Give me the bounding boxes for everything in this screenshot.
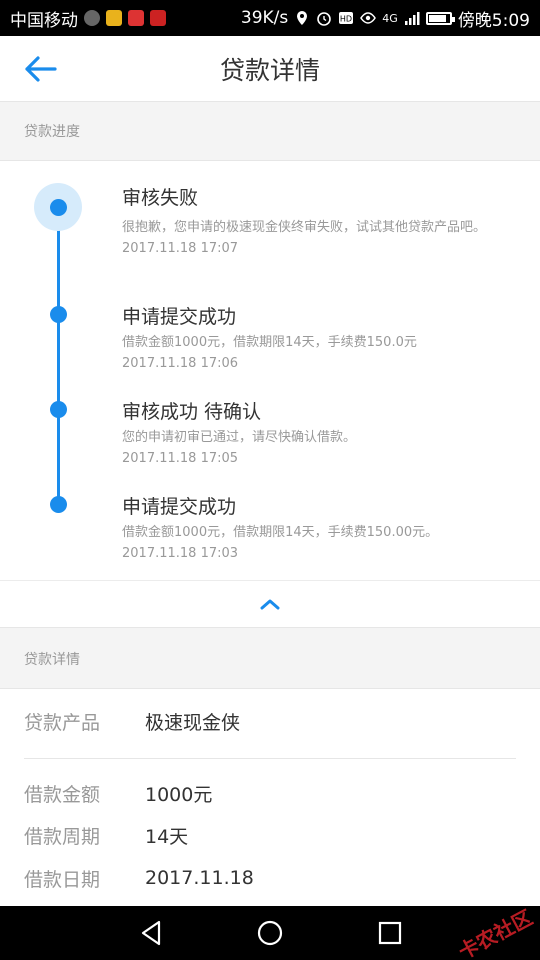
hd-icon: HD [339,12,354,24]
step-description: 您的申请初审已通过，请尽快确认借款。 [122,430,357,445]
timeline-dot [50,199,67,216]
step-time: 2017.11.18 17:07 [122,241,239,256]
alarm-icon [317,12,332,26]
step-time: 2017.11.18 17:03 [122,546,239,561]
detail-label: 借款周期 [24,825,101,848]
carrier-name: 中国移动 [10,10,78,31]
app-notification-icon [84,10,100,26]
step-title: 审核成功 待确认 [122,401,262,423]
detail-value: 14天 [145,825,189,848]
details-section-label: 贷款详情 [0,630,540,688]
progress-timeline: 审核失败 很抱歉，您申请的极速现金侠终审失败，试试其他贷款产品吧。 2017.1… [0,160,540,580]
timeline-dot [50,496,67,513]
step-description: 借款金额1000元，借款期限14天，手续费150.00元。 [122,525,439,540]
status-bar: 中国移动 39K/s HD 4G 傍晚5:09 [0,0,540,36]
detail-value: 2017.11.18 [145,867,254,889]
page-title: 贷款详情 [219,55,320,85]
timeline-line [57,207,60,505]
detail-row-date: 借款日期 2017.11.18 [24,858,254,898]
detail-label: 借款日期 [24,868,101,891]
timeline-dot [50,306,67,323]
divider [24,758,516,759]
progress-section-label: 贷款进度 [0,102,540,160]
step-time: 2017.11.18 17:05 [122,451,239,466]
detail-row-product: 贷款产品 极速现金侠 [24,701,240,741]
location-icon [297,11,308,25]
detail-value: 1000元 [145,783,213,806]
network-speed: 39K/s [240,8,289,28]
clock: 傍晚5:09 [457,10,530,31]
svg-text:HD: HD [340,15,352,24]
detail-value: 极速现金侠 [145,711,241,734]
network-type: 4G [382,11,398,25]
timeline-step: 申请提交成功 借款金额1000元，借款期限14天，手续费150.00元。 201… [122,494,512,564]
triangle-back-icon [141,920,161,946]
signal-icon [404,12,420,25]
circle-home-icon [257,920,283,946]
nav-recents-button[interactable] [375,918,405,948]
page-header: 贷款详情 [0,36,540,102]
collapse-toggle[interactable] [0,580,540,628]
app-notification-icon [150,10,166,26]
step-time: 2017.11.18 17:06 [122,356,239,371]
timeline-step: 审核失败 很抱歉，您申请的极速现金侠终审失败，试试其他贷款产品吧。 2017.1… [122,185,512,259]
app-notification-icon [128,10,144,26]
screen: 中国移动 39K/s HD 4G 傍晚5:09 贷款详情 贷款进度 审核失败 很… [0,0,540,960]
step-title: 申请提交成功 [122,496,237,518]
battery-icon [425,11,455,25]
detail-label: 借款金额 [24,783,101,806]
back-arrow-icon [25,56,57,82]
timeline-step: 申请提交成功 借款金额1000元，借款期限14天，手续费150.0元 2017.… [122,304,512,374]
timeline-step: 审核成功 待确认 您的申请初审已通过，请尽快确认借款。 2017.11.18 1… [122,399,512,469]
detail-row-period: 借款周期 14天 [24,815,188,855]
eye-icon [360,12,377,24]
chevron-up-icon [260,599,280,610]
step-description: 很抱歉，您申请的极速现金侠终审失败，试试其他贷款产品吧。 [122,220,487,235]
step-title: 申请提交成功 [122,306,237,328]
nav-back-button[interactable] [136,918,166,948]
step-title: 审核失败 [122,187,199,209]
timeline-dot [50,401,67,418]
back-button[interactable] [20,51,60,87]
loan-details: 贷款产品 极速现金侠 借款金额 1000元 借款周期 14天 借款日期 2017… [0,688,540,910]
detail-row-amount: 借款金额 1000元 [24,773,212,813]
nav-home-button[interactable] [255,918,285,948]
square-recents-icon [378,921,402,945]
detail-label: 贷款产品 [24,711,101,734]
step-description: 借款金额1000元，借款期限14天，手续费150.0元 [122,335,417,350]
app-notification-icon [106,10,122,26]
